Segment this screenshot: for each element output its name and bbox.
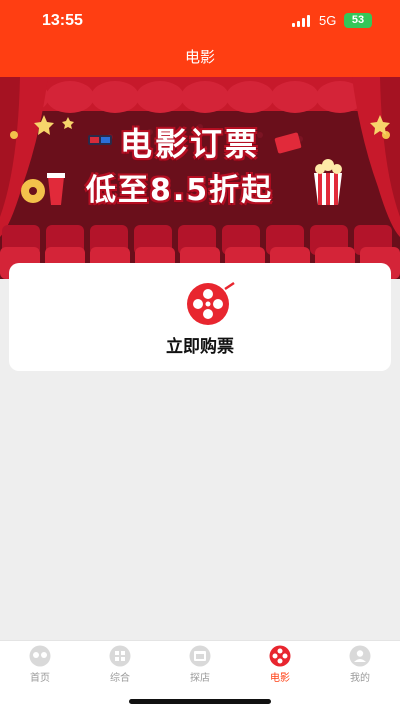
battery-icon: 53 <box>344 13 372 28</box>
tab-label: 探店 <box>190 673 210 684</box>
buy-ticket-button[interactable]: 立即购票 <box>9 332 391 357</box>
status-bar: 13:55 5G 53 <box>0 0 400 44</box>
banner-subheadline: 低至8.5折起 <box>86 173 274 208</box>
tab-movie[interactable]: 电影 <box>240 645 320 685</box>
header-bar: 13:55 5G 53 电影 <box>0 0 400 77</box>
promo-banner[interactable]: 电影订票 低至8.5折起 <box>0 77 400 279</box>
tab-label: 电影 <box>270 673 290 684</box>
store-icon <box>189 645 211 667</box>
home-indicator <box>129 699 271 704</box>
banner-headline: 电影订票 <box>120 125 261 163</box>
film-reel-icon <box>187 281 235 325</box>
tab-explore[interactable]: 探店 <box>160 645 240 685</box>
status-time: 13:55 <box>42 12 83 29</box>
signal-icon <box>292 15 314 27</box>
tab-home[interactable]: 首页 <box>0 645 80 685</box>
tab-label: 首页 <box>30 673 50 684</box>
tab-mine[interactable]: 我的 <box>320 645 400 685</box>
film-icon <box>269 645 291 667</box>
tab-label: 我的 <box>350 673 370 684</box>
home-icon <box>29 645 51 667</box>
tab-general[interactable]: 综合 <box>80 645 160 685</box>
network-type: 5G <box>319 13 337 28</box>
tab-label: 综合 <box>110 673 130 684</box>
user-icon <box>349 645 371 667</box>
buy-ticket-card[interactable]: 立即购票 <box>9 263 391 371</box>
battery-level: 53 <box>351 14 365 26</box>
grid-icon <box>109 645 131 667</box>
page-title: 电影 <box>184 48 215 66</box>
